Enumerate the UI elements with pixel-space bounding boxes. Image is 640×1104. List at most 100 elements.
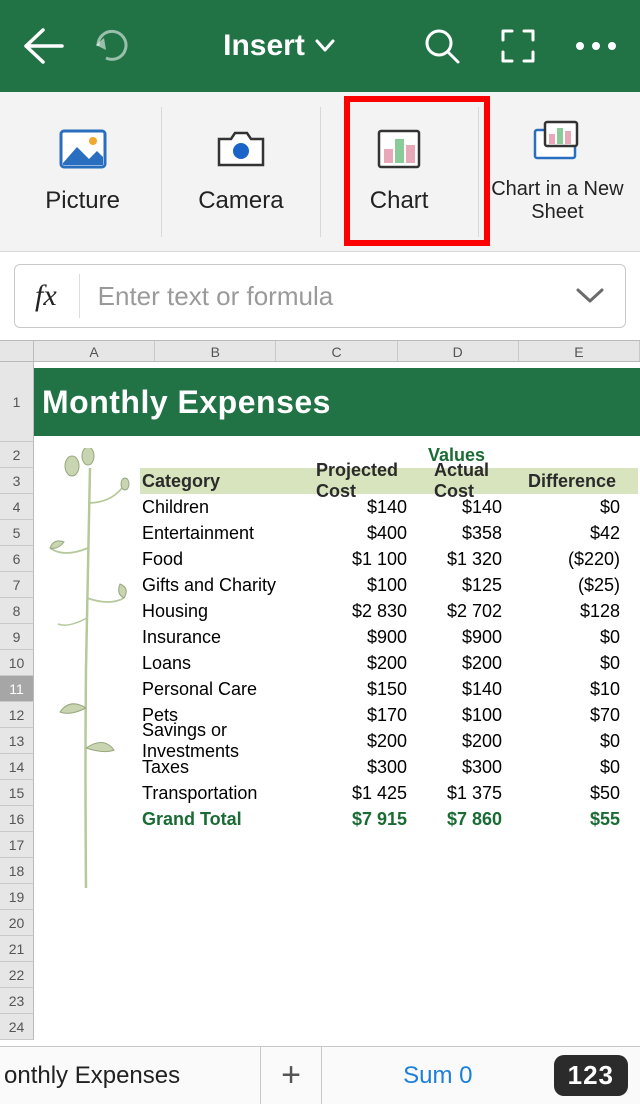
col-header[interactable]: C	[276, 341, 397, 361]
cell-projected[interactable]: $170	[316, 702, 411, 728]
row-header[interactable]: 17	[0, 832, 34, 858]
expand-button[interactable]	[498, 26, 538, 66]
cell-projected[interactable]: $100	[316, 572, 411, 598]
cell-difference[interactable]: $0	[506, 624, 638, 650]
row-header[interactable]: 10	[0, 650, 34, 676]
cell-actual[interactable]: $140	[411, 676, 506, 702]
fx-separator	[79, 274, 80, 318]
cell-category[interactable]: Savings or Investments	[140, 728, 316, 754]
row-header[interactable]: 7	[0, 572, 34, 598]
status-sum[interactable]: Sum 0	[322, 1062, 554, 1090]
row-header[interactable]: 9	[0, 624, 34, 650]
row-header[interactable]: 21	[0, 936, 34, 962]
col-header[interactable]: A	[34, 341, 155, 361]
row-header[interactable]: 15	[0, 780, 34, 806]
cell-actual[interactable]: $140	[411, 494, 506, 520]
row-header[interactable]: 18	[0, 858, 34, 884]
cell-difference[interactable]: $0	[506, 728, 638, 754]
mode-dropdown[interactable]: Insert	[160, 29, 398, 63]
search-button[interactable]	[422, 26, 462, 66]
keyboard-toggle[interactable]: 123	[554, 1055, 628, 1096]
more-button[interactable]	[574, 40, 618, 52]
row-header[interactable]: 8	[0, 598, 34, 624]
cell-actual[interactable]: $200	[411, 728, 506, 754]
row-header[interactable]: 12	[0, 702, 34, 728]
cell-category[interactable]: Personal Care	[140, 676, 316, 702]
formula-bar[interactable]: fx Enter text or formula	[14, 264, 626, 328]
sheet-tab[interactable]: onthly Expenses	[0, 1062, 260, 1090]
ribbon-picture[interactable]: Picture	[4, 102, 161, 241]
grand-total-label: Grand Total	[140, 806, 316, 832]
row-header[interactable]: 20	[0, 910, 34, 936]
back-button[interactable]	[22, 26, 64, 66]
add-sheet-button[interactable]: +	[260, 1047, 322, 1104]
cell-difference[interactable]: ($25)	[506, 572, 638, 598]
cell-projected[interactable]: $1 100	[316, 546, 411, 572]
ribbon-chart-new-sheet[interactable]: Chart in a New Sheet	[479, 102, 636, 241]
row-header[interactable]: 2	[0, 442, 34, 468]
ribbon-camera[interactable]: Camera	[162, 102, 319, 241]
ribbon-chart[interactable]: Chart	[321, 102, 478, 241]
row-header[interactable]: 24	[0, 1014, 34, 1040]
cell-category[interactable]: Children	[140, 494, 316, 520]
cell-category[interactable]: Loans	[140, 650, 316, 676]
cell-category[interactable]: Gifts and Charity	[140, 572, 316, 598]
cell-actual[interactable]: $300	[411, 754, 506, 780]
row-header[interactable]: 16	[0, 806, 34, 832]
row-header[interactable]: 6	[0, 546, 34, 572]
cell-projected[interactable]: $2 830	[316, 598, 411, 624]
cell-actual[interactable]: $125	[411, 572, 506, 598]
row-header[interactable]: 13	[0, 728, 34, 754]
cell-difference[interactable]: $128	[506, 598, 638, 624]
cell-difference[interactable]: $0	[506, 494, 638, 520]
chevron-down-icon[interactable]	[575, 287, 605, 305]
cell-actual[interactable]: $2 702	[411, 598, 506, 624]
table-row: 8 Housing$2 830$2 702$128	[0, 598, 640, 624]
row-header[interactable]: 22	[0, 962, 34, 988]
row-header[interactable]: 4	[0, 494, 34, 520]
spreadsheet-grid[interactable]: 1 Monthly Expenses 2 Values	[0, 362, 640, 1040]
cell-actual[interactable]: $358	[411, 520, 506, 546]
cell-difference[interactable]: $0	[506, 754, 638, 780]
cell-difference[interactable]: $10	[506, 676, 638, 702]
cell-actual[interactable]: $1 375	[411, 780, 506, 806]
cell-difference[interactable]: $42	[506, 520, 638, 546]
chart-sheet-icon	[533, 120, 581, 160]
cell-projected[interactable]: $900	[316, 624, 411, 650]
select-all-corner[interactable]	[0, 341, 34, 361]
cell-category[interactable]: Insurance	[140, 624, 316, 650]
cell-difference[interactable]: ($220)	[506, 546, 638, 572]
cell-projected[interactable]: $200	[316, 650, 411, 676]
row-header[interactable]: 19	[0, 884, 34, 910]
row-header[interactable]: 14	[0, 754, 34, 780]
cell-actual[interactable]: $100	[411, 702, 506, 728]
row-header[interactable]: 5	[0, 520, 34, 546]
cell-category[interactable]: Taxes	[140, 754, 316, 780]
cell-projected[interactable]: $150	[316, 676, 411, 702]
cell-projected[interactable]: $200	[316, 728, 411, 754]
row-header[interactable]: 11	[0, 676, 34, 702]
cell-actual[interactable]: $900	[411, 624, 506, 650]
cell-projected[interactable]: $300	[316, 754, 411, 780]
col-header[interactable]: B	[155, 341, 276, 361]
row-header[interactable]: 23	[0, 988, 34, 1014]
cell-category[interactable]: Food	[140, 546, 316, 572]
row-header[interactable]: 1	[0, 362, 34, 442]
col-header[interactable]: D	[398, 341, 519, 361]
col-header[interactable]: E	[519, 341, 640, 361]
cell-projected[interactable]: $1 425	[316, 780, 411, 806]
row-header[interactable]: 3	[0, 468, 34, 494]
cell-projected[interactable]: $400	[316, 520, 411, 546]
cell-difference[interactable]: $0	[506, 650, 638, 676]
undo-button[interactable]	[88, 22, 136, 70]
cell-category[interactable]: Entertainment	[140, 520, 316, 546]
cell-actual[interactable]: $200	[411, 650, 506, 676]
cell-difference[interactable]: $70	[506, 702, 638, 728]
table-row: 3 Category Projected Cost Actual Cost Di…	[0, 468, 640, 494]
cell-category[interactable]: Transportation	[140, 780, 316, 806]
cell-actual[interactable]: $1 320	[411, 546, 506, 572]
cell-projected[interactable]: $140	[316, 494, 411, 520]
cell-category[interactable]: Housing	[140, 598, 316, 624]
formula-input[interactable]: Enter text or formula	[98, 281, 575, 312]
cell-difference[interactable]: $50	[506, 780, 638, 806]
